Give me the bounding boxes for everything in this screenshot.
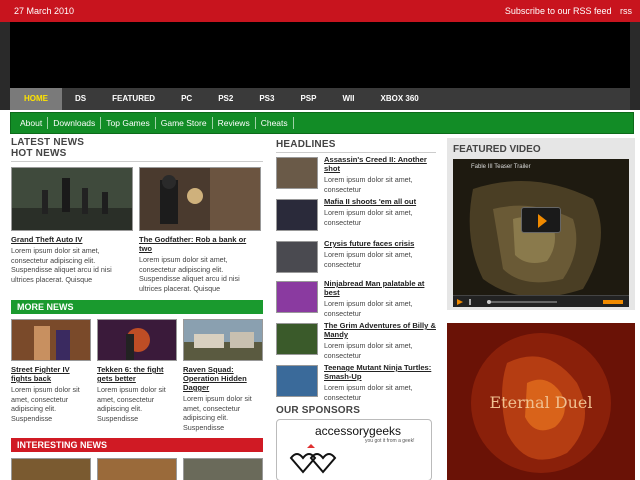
street-fighter-scene [12,320,90,360]
headlines-heading: HEADLINES [276,139,336,150]
sponsor-glasses-icon [289,444,337,474]
tekken-scene [98,320,176,360]
crysis-thumbnail[interactable] [276,241,318,273]
ninjabread-thumbnail[interactable] [276,281,318,313]
featured-video-box: FEATURED VIDEO Fable III Teaser Trailer [447,138,635,310]
header-banner [0,22,640,88]
more-news-item: Street Fighter IV fights back Lorem ipsu… [11,319,91,423]
interesting-news-thumbnail[interactable] [183,458,263,480]
current-date: 27 March 2010 [14,6,75,16]
godfather-thumbnail[interactable] [139,167,261,231]
sponsors-heading: OUR SPONSORS [276,405,361,416]
more-news-excerpt: Lorem ipsum dolor sit amet, consectetur … [11,385,80,423]
assassins-creed-thumbnail[interactable] [276,157,318,189]
subnav-reviews[interactable]: Reviews [213,117,256,129]
nav-psp[interactable]: PSP [287,88,329,110]
subnav-downloads[interactable]: Downloads [48,117,102,129]
video-controls[interactable] [453,295,629,307]
headline-excerpt: Lorem ipsum dolor sit amet, consectetur [324,299,413,318]
raven-squad-scene [184,320,262,360]
nav-home[interactable]: HOME [10,88,62,110]
hot-news-excerpt: Lorem ipsum dolor sit amet, consectetur … [11,246,112,284]
interesting-news-thumbnail[interactable] [97,458,177,480]
street-fighter-thumbnail[interactable] [11,319,91,361]
video-frame [453,159,629,307]
video-player[interactable]: Fable III Teaser Trailer [453,159,629,307]
hot-news-excerpt: Lorem ipsum dolor sit amet, consectetur … [139,255,240,293]
nav-pc[interactable]: PC [168,88,205,110]
sponsor-tagline: you got it from a geek! [365,438,415,444]
tmnt-thumbnail[interactable] [276,365,318,397]
divider [276,152,436,153]
more-news-title[interactable]: Raven Squad: Operation Hidden Dagger [183,365,263,392]
headline-title[interactable]: Mafia II shoots 'em all out [324,197,436,206]
promo-title: Eternal Duel [489,393,593,412]
headline-title[interactable]: Teenage Mutant Ninja Turtles: Smash-Up [324,363,436,381]
video-title: Fable III Teaser Trailer [471,164,531,170]
featured-video-heading: FEATURED VIDEO [453,144,541,155]
play-button[interactable] [521,207,561,233]
subscribe-link[interactable]: Subscribe to our RSS feed [505,6,612,16]
godfather-scene [140,168,260,230]
gta4-thumbnail[interactable] [11,167,133,231]
hot-news-item: The Godfather: Rob a bank or two Lorem i… [139,167,261,293]
raven-squad-thumbnail[interactable] [183,319,263,361]
headline-title[interactable]: Crysis future faces crisis [324,239,436,248]
nav-featured[interactable]: FEATURED [99,88,168,110]
more-news-excerpt: Lorem ipsum dolor sit amet, consectetur … [97,385,166,423]
promo-banner[interactable]: Eternal Duel [447,323,635,480]
gta4-scene [12,168,132,230]
interesting-news-thumbnail[interactable] [11,458,91,480]
video-control-icons [457,299,623,305]
interesting-news-heading: INTERESTING NEWS [11,438,263,452]
nav-wii[interactable]: WII [329,88,367,110]
subnav-top-games[interactable]: Top Games [101,117,156,129]
nav-ds[interactable]: DS [62,88,99,110]
more-news-item: Tekken 6: the fight gets better Lorem ip… [97,319,177,423]
rss-subscribe[interactable]: Subscribe to our RSS feed rss [499,6,632,16]
divider [11,161,263,162]
platform-nav: HOME DS FEATURED PC PS2 PS3 PSP WII XBOX… [0,88,640,110]
nav-ps3[interactable]: PS3 [246,88,287,110]
subnav-game-store[interactable]: Game Store [156,117,213,129]
headline-excerpt: Lorem ipsum dolor sit amet, consectetur [324,208,413,227]
headline-title[interactable]: Ninjabread Man palatable at best [324,279,436,297]
hot-news-heading: HOT NEWS [11,148,67,159]
headline-excerpt: Lorem ipsum dolor sit amet, consectetur [324,341,413,360]
hot-news-title[interactable]: The Godfather: Rob a bank or two [139,235,261,253]
more-news-title[interactable]: Street Fighter IV fights back [11,365,91,383]
sponsor-logo-text: accessorygeeks [315,424,402,438]
headline-excerpt: Lorem ipsum dolor sit amet, consectetur [324,383,413,402]
more-news-excerpt: Lorem ipsum dolor sit amet, consectetur … [183,394,252,432]
rss-link[interactable]: rss [620,6,632,16]
subnav-cheats[interactable]: Cheats [256,117,294,129]
nav-ps2[interactable]: PS2 [205,88,246,110]
latest-news-heading: LATEST NEWS [11,137,85,148]
headline-excerpt: Lorem ipsum dolor sit amet, consectetur [324,175,413,194]
nav-xbox360[interactable]: XBOX 360 [367,88,431,110]
more-news-title[interactable]: Tekken 6: the fight gets better [97,365,177,383]
top-bar: 27 March 2010 Subscribe to our RSS feed … [0,0,640,22]
sponsor-banner[interactable]: accessorygeeks you got it from a geek! [276,419,432,480]
hot-news-item: Grand Theft Auto IV Lorem ipsum dolor si… [11,167,133,284]
more-news-item: Raven Squad: Operation Hidden Dagger Lor… [183,319,263,432]
headline-title[interactable]: Assassin's Creed II: Another shot [324,155,436,173]
subnav-about[interactable]: About [15,117,49,129]
mafia2-thumbnail[interactable] [276,199,318,231]
tekken-thumbnail[interactable] [97,319,177,361]
sub-nav: About Downloads Top Games Game Store Rev… [10,112,634,134]
more-news-heading: MORE NEWS [11,300,263,314]
headline-title[interactable]: The Grim Adventures of Billy & Mandy [324,321,436,339]
headline-excerpt: Lorem ipsum dolor sit amet, consectetur [324,250,413,269]
hot-news-title[interactable]: Grand Theft Auto IV [11,235,133,244]
billy-mandy-thumbnail[interactable] [276,323,318,355]
